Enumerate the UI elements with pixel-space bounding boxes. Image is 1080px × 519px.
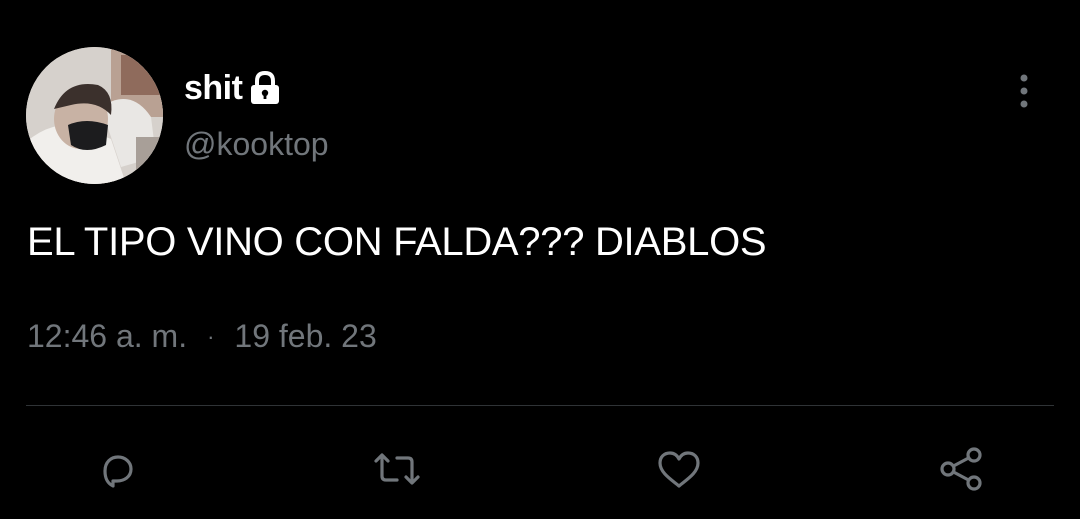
lock-icon [248, 70, 282, 106]
retweet-icon [374, 453, 420, 485]
tweet-metadata: 12:46 a. m. · 19 feb. 23 [27, 318, 377, 355]
retweet-button[interactable] [370, 442, 424, 496]
divider [26, 405, 1054, 406]
display-name[interactable]: shit [184, 69, 243, 108]
avatar-photo-icon [26, 47, 163, 184]
share-icon [940, 447, 982, 491]
reply-button[interactable] [91, 442, 145, 496]
like-button[interactable] [652, 442, 706, 496]
tweet-date[interactable]: 19 feb. 23 [234, 318, 376, 355]
more-vertical-icon [1020, 74, 1028, 108]
more-options-button[interactable] [1004, 70, 1044, 114]
share-button[interactable] [934, 442, 988, 496]
meta-separator: · [207, 323, 215, 349]
avatar[interactable] [26, 47, 163, 184]
reply-icon [103, 455, 133, 488]
heart-icon [658, 451, 700, 488]
tweet-time[interactable]: 12:46 a. m. [27, 318, 187, 355]
tweet-text: EL TIPO VINO CON FALDA??? DIABLOS [27, 220, 767, 264]
user-handle[interactable]: @kooktop [184, 126, 329, 163]
tweet-card: shit @kooktop EL TIPO VINO CON FALDA??? … [0, 0, 1080, 519]
display-name-row: shit [184, 66, 282, 110]
